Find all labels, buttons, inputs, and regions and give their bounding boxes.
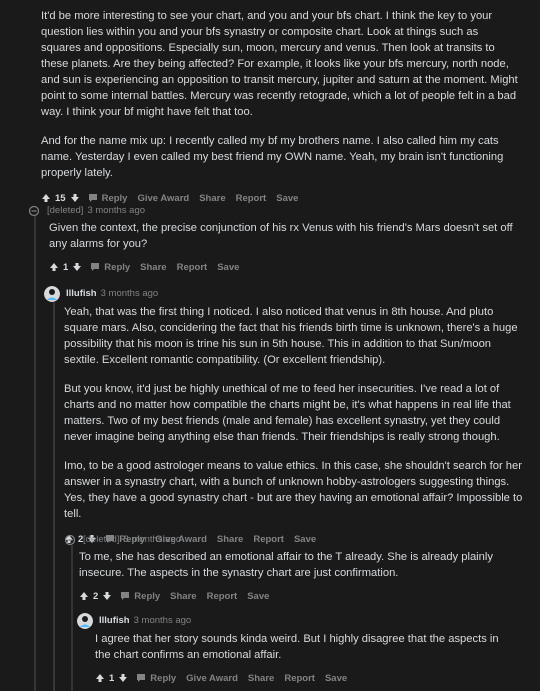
save-button[interactable]: Save: [325, 673, 347, 684]
vote-control: 2: [79, 591, 112, 602]
upvote-icon[interactable]: [95, 673, 105, 683]
comment-icon: [121, 592, 130, 600]
vote-count: 2: [93, 590, 99, 602]
vote-control: 1: [95, 673, 128, 684]
downvote-icon[interactable]: [72, 262, 82, 272]
comment-meta: Illufish 3 months ago: [44, 286, 524, 302]
comment-author: [deleted]: [47, 205, 84, 216]
comment: Illufish 3 months ago Yeah, that was the…: [44, 286, 524, 548]
comment-text: I agree that her story sounds kinda weir…: [95, 633, 499, 661]
comment-actions: 2 Reply Share Report Save: [79, 587, 523, 605]
share-button[interactable]: Share: [140, 262, 166, 273]
give-award-button[interactable]: Give Award: [186, 673, 238, 684]
reply-button[interactable]: Reply: [88, 193, 127, 204]
comment-paragraph: But you know, it'd just be highly unethi…: [64, 383, 511, 443]
comment-timestamp[interactable]: 3 months ago: [134, 614, 192, 628]
comment-author[interactable]: Illufish: [99, 614, 130, 628]
upvote-icon[interactable]: [41, 193, 51, 203]
upvote-icon[interactable]: [79, 591, 89, 601]
comment: Illufish 3 months ago I agree that her s…: [77, 613, 523, 687]
save-button[interactable]: Save: [276, 193, 298, 204]
avatar[interactable]: [77, 613, 93, 629]
downvote-icon[interactable]: [118, 673, 128, 683]
comment-actions: 1 Reply Give Award Share Report Save: [95, 669, 523, 687]
comment-meta: [deleted] 3 months ago: [27, 204, 522, 218]
comment-meta: [deleted] 3 months ago: [63, 533, 523, 547]
comment: [deleted] 3 months ago To me, she has de…: [63, 533, 523, 605]
collapse-icon[interactable]: [27, 204, 41, 218]
reply-button[interactable]: Reply: [136, 673, 176, 684]
comment-text: Given the context, the precise conjuncti…: [49, 222, 513, 250]
comment-icon: [88, 194, 97, 202]
vote-count: 15: [55, 192, 66, 204]
vote-control: 1: [49, 262, 82, 273]
vote-control: 15: [41, 193, 80, 204]
comment-timestamp[interactable]: 3 months ago: [87, 204, 145, 218]
downvote-icon[interactable]: [102, 591, 112, 601]
comment-icon: [137, 674, 146, 682]
share-button[interactable]: Share: [248, 673, 274, 684]
avatar[interactable]: [44, 286, 60, 302]
comment-paragraph: Imo, to be a good astrologer means to va…: [64, 460, 523, 520]
comment-author: [deleted]: [83, 534, 120, 545]
thread-line[interactable]: [34, 216, 36, 691]
report-button[interactable]: Report: [207, 591, 238, 602]
comment-author[interactable]: Illufish: [66, 287, 97, 301]
comment: [deleted] 3 months ago Given the context…: [27, 204, 522, 276]
save-button[interactable]: Save: [247, 591, 269, 602]
upvote-icon[interactable]: [49, 262, 59, 272]
comment-paragraph: It'd be more interesting to see your cha…: [41, 10, 518, 118]
report-button[interactable]: Report: [236, 193, 267, 204]
reply-button[interactable]: Reply: [90, 262, 130, 273]
share-button[interactable]: Share: [170, 591, 196, 602]
top-comment: It'd be more interesting to see your cha…: [41, 8, 521, 207]
reply-button[interactable]: Reply: [120, 591, 160, 602]
comment-paragraph: And for the name mix up: I recently call…: [41, 135, 504, 179]
comment-timestamp[interactable]: 3 months ago: [101, 287, 159, 301]
give-award-button[interactable]: Give Award: [137, 193, 189, 204]
comment-paragraph: Yeah, that was the first thing I noticed…: [64, 306, 518, 366]
comment-actions: 1 Reply Share Report Save: [49, 258, 522, 276]
report-button[interactable]: Report: [177, 262, 208, 273]
comment-timestamp[interactable]: 3 months ago: [123, 533, 181, 547]
share-button[interactable]: Share: [199, 193, 225, 204]
collapse-icon[interactable]: [63, 533, 77, 547]
vote-count: 1: [109, 672, 115, 684]
comment-meta: Illufish 3 months ago: [77, 613, 523, 629]
downvote-icon[interactable]: [70, 193, 80, 203]
comment-text: To me, she has described an emotional af…: [79, 551, 493, 579]
vote-count: 1: [63, 261, 69, 273]
report-button[interactable]: Report: [284, 673, 315, 684]
save-button[interactable]: Save: [217, 262, 239, 273]
comment-icon: [91, 263, 100, 271]
